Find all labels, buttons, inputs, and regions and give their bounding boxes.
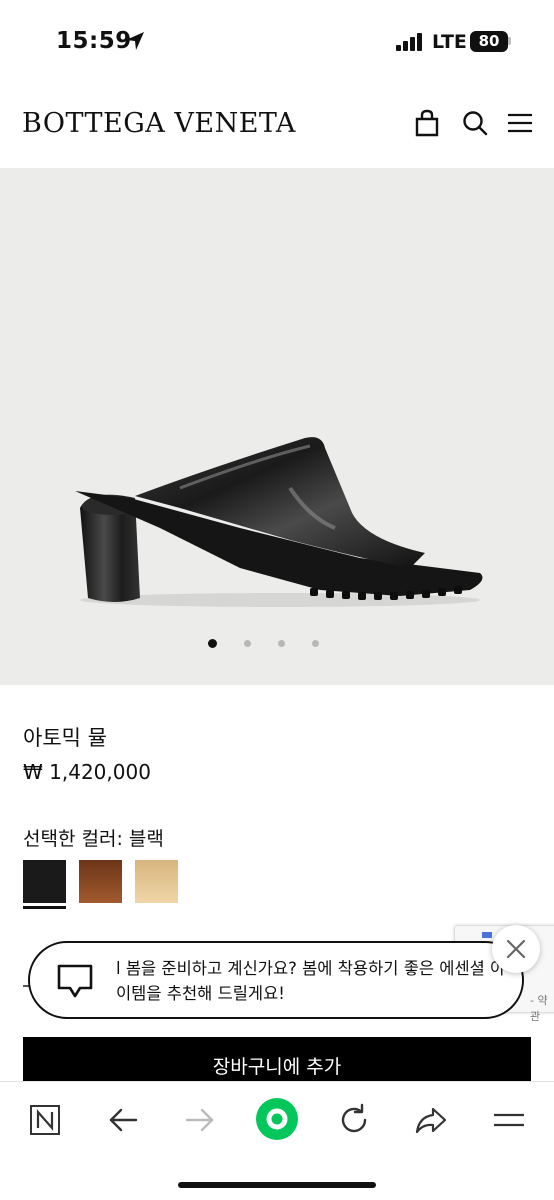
selected-swatch-indicator: [23, 906, 66, 909]
pagination-dot[interactable]: [312, 640, 319, 647]
recaptcha-icon: [482, 932, 492, 938]
bag-icon[interactable]: [412, 108, 442, 138]
location-arrow-icon: [126, 32, 144, 50]
forward-arrow-icon[interactable]: [180, 1100, 220, 1140]
color-swatch-black[interactable]: [23, 860, 66, 903]
status-bar: 15:59 LTE 80: [0, 0, 554, 84]
chat-promo-bubble[interactable]: l 봄을 준비하고 계신가요? 봄에 착용하기 좋은 에센셜 아이템을 추천해 …: [28, 941, 524, 1019]
network-type: LTE: [432, 31, 467, 53]
back-arrow-icon[interactable]: [103, 1100, 143, 1140]
product-image: [75, 437, 483, 607]
recaptcha-terms[interactable]: - 약관: [530, 992, 554, 1024]
brand-logo[interactable]: BOTTEGA VENETA: [22, 108, 296, 139]
reload-icon[interactable]: [334, 1100, 374, 1140]
chat-icon: [57, 964, 93, 998]
menu-icon[interactable]: [489, 1100, 529, 1140]
naver-n-icon[interactable]: [25, 1100, 65, 1140]
close-chat-button[interactable]: [492, 925, 540, 973]
green-home-icon[interactable]: [254, 1096, 300, 1142]
share-icon[interactable]: [411, 1100, 451, 1140]
color-swatch-beige[interactable]: [135, 860, 178, 903]
home-indicator: [178, 1182, 376, 1188]
pagination-dot[interactable]: [244, 640, 251, 647]
pagination-dot[interactable]: [208, 639, 217, 648]
status-time: 15:59: [56, 28, 132, 54]
menu-icon[interactable]: [505, 108, 535, 138]
signal-bars-icon: [396, 33, 422, 51]
selected-color-label: 선택한 컬러: 블랙: [23, 828, 164, 850]
site-header: BOTTEGA VENETA: [0, 84, 554, 168]
search-icon[interactable]: [460, 108, 490, 138]
color-swatch-brown[interactable]: [79, 860, 122, 903]
browser-toolbar: [0, 1081, 554, 1200]
close-icon: [506, 939, 526, 959]
pagination-dot[interactable]: [278, 640, 285, 647]
product-gallery[interactable]: [0, 168, 554, 685]
battery-cap: [508, 37, 511, 45]
chat-promo-text: l 봄을 준비하고 계신가요? 봄에 착용하기 좋은 에센셜 아이템을 추천해 …: [116, 959, 506, 1003]
gallery-pagination: [0, 638, 554, 650]
product-price: ₩ 1,420,000: [23, 760, 151, 784]
battery-icon: 80: [470, 31, 508, 52]
product-name: 아토믹 뮬: [23, 726, 107, 750]
